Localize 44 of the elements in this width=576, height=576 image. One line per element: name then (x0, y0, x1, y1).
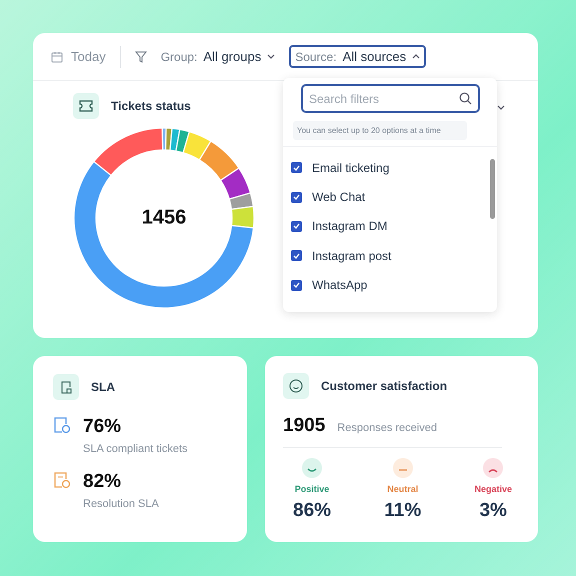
checkbox[interactable] (291, 220, 302, 232)
card-title: Tickets status (111, 99, 191, 113)
option-label[interactable]: WhatsApp (312, 278, 368, 292)
face-icon (302, 458, 322, 478)
scrollbar-thumb[interactable] (490, 159, 495, 219)
selection-hint: You can select up to 20 options at a time (293, 121, 467, 140)
mood-label: Negative (474, 484, 512, 494)
clock-document-icon (53, 416, 71, 434)
metric-value: 82% (83, 471, 122, 493)
option-label[interactable]: Web Chat (312, 190, 366, 204)
smiley-icon (283, 373, 309, 399)
metric-value: 76% (83, 416, 122, 438)
mood-value: 3% (479, 500, 507, 522)
checkbox[interactable] (291, 192, 302, 203)
face-icon (483, 458, 504, 478)
response-label: Responses received (337, 422, 437, 434)
mood-label: Positive (294, 484, 330, 494)
check-document-icon (53, 471, 71, 489)
checkbox[interactable] (291, 250, 302, 262)
ticket-icon (73, 93, 99, 119)
face-icon (392, 458, 413, 478)
response-count: 1905 (283, 415, 326, 437)
option-label[interactable]: Email ticketing (312, 160, 390, 175)
ticket-total: 1456 (142, 206, 186, 230)
search-icon (459, 92, 472, 105)
source-filter[interactable]: Source: All sources (289, 45, 426, 68)
metric-label: Resolution SLA (83, 498, 159, 510)
calendar-icon (51, 50, 63, 62)
search-field[interactable]: Search filters (301, 84, 480, 113)
caret-icon (412, 54, 420, 59)
checkbox[interactable] (291, 280, 302, 291)
checkbox[interactable] (291, 162, 302, 174)
card-title: SLA (91, 380, 115, 394)
card-title: Customer satisfaction (321, 379, 448, 393)
chevron-icon (497, 105, 505, 110)
mood-value: 86% (293, 500, 332, 522)
mood-value: 11% (384, 500, 422, 522)
caret-icon (267, 54, 276, 59)
option-label[interactable]: Instagram DM (312, 219, 388, 234)
mood-label: Neutral (387, 484, 418, 494)
filter-icon (134, 50, 147, 62)
metric-label: SLA compliant tickets (83, 443, 188, 455)
option-label[interactable]: Instagram post (312, 248, 392, 263)
document-icon (53, 374, 79, 400)
